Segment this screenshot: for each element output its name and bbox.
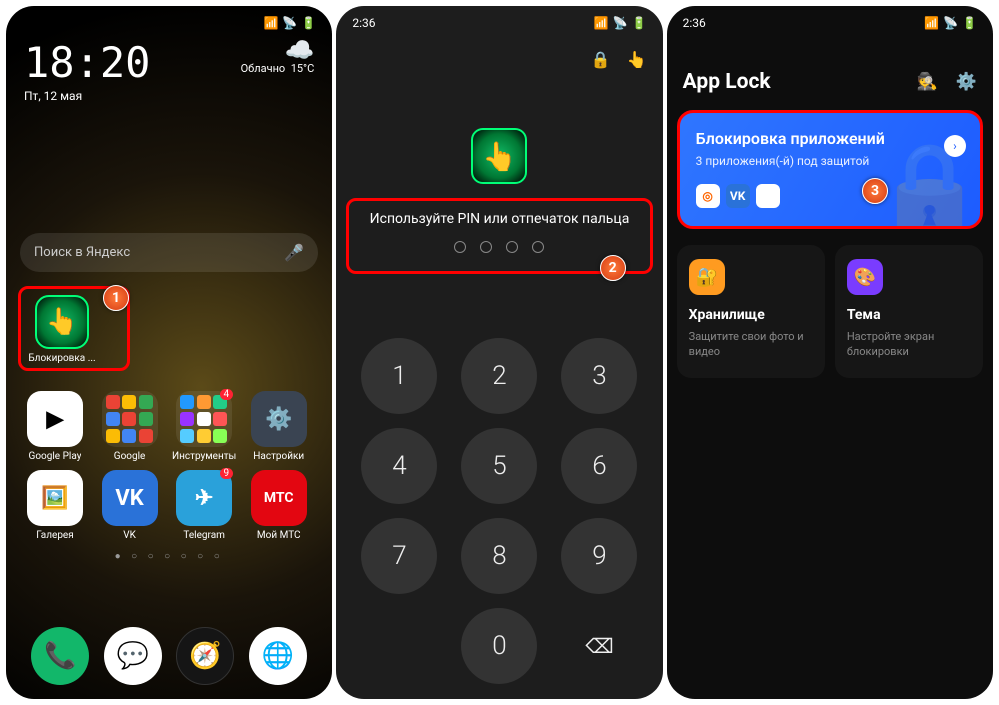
- phone-pin-screen: 2:36 📶📡🔋 🔒 👆 👆 Используйте PIN или отпеч…: [336, 6, 662, 699]
- key-9[interactable]: 9: [561, 518, 637, 594]
- storage-desc: Защитите свои фото и видео: [689, 329, 813, 360]
- app-folder-tools[interactable]: 4Инструменты: [169, 391, 239, 462]
- lock-bg-icon: 🔒: [874, 137, 983, 229]
- theme-desc: Настройте экран блокировки: [847, 329, 971, 360]
- vault-icon: 🔐: [689, 259, 725, 295]
- battery-icon: 🔋: [962, 16, 977, 30]
- search-bar[interactable]: Поиск в Яндекс 🎤: [20, 233, 318, 272]
- lock-card-highlighted[interactable]: Блокировка приложений 3 приложения(-й) п…: [677, 110, 983, 229]
- signal-icon: 📶: [924, 16, 939, 30]
- key-4[interactable]: 4: [361, 428, 437, 504]
- app-mts[interactable]: МТСМой МТС: [244, 470, 314, 541]
- battery-icon: 🔋: [632, 16, 647, 30]
- locked-app-vk-icon: VK: [726, 184, 750, 208]
- fingerprint-icon[interactable]: 👆: [627, 50, 647, 69]
- locked-app-1-icon: ◎: [696, 184, 720, 208]
- fingerprint-icon: 👆: [35, 295, 89, 349]
- app-google-play[interactable]: ▶Google Play: [20, 391, 90, 462]
- app-vk[interactable]: VKVK: [95, 470, 165, 541]
- battery-icon: 🔋: [301, 16, 316, 30]
- step-badge-3: 3: [862, 178, 888, 204]
- dock-messages[interactable]: 💬: [104, 627, 162, 685]
- dock-phone[interactable]: 📞: [31, 627, 89, 685]
- key-6[interactable]: 6: [561, 428, 637, 504]
- storage-card[interactable]: 🔐 Хранилище Защитите свои фото и видео: [677, 245, 825, 378]
- pin-prompt-highlighted: Используйте PIN или отпечаток пальца 2: [346, 198, 652, 274]
- key-backspace[interactable]: ⌫: [561, 608, 637, 684]
- wifi-icon: 📡: [282, 16, 297, 30]
- lock-icon[interactable]: 🔒: [591, 50, 611, 69]
- key-1[interactable]: 1: [361, 338, 437, 414]
- pin-prompt-text: Используйте PIN или отпечаток пальца: [355, 211, 643, 227]
- applock-app-highlighted: 👆 Блокировка ... 1: [18, 286, 130, 371]
- dock-browser[interactable]: 🧭: [176, 627, 234, 685]
- clock-time: 18:20: [24, 38, 150, 87]
- theme-card[interactable]: 🎨 Тема Настройте экран блокировки: [835, 245, 983, 378]
- phone-applock-main: 2:36 📶📡🔋 App Lock 🕵️ ⚙️ Блокировка прило…: [667, 6, 993, 699]
- app-gallery[interactable]: 🖼️Галерея: [20, 470, 90, 541]
- clock-date: Пт, 12 мая: [24, 89, 150, 103]
- step-badge-2: 2: [600, 255, 626, 281]
- home-app-grid: ▶Google Play Google 4Инструменты ⚙️Настр…: [20, 391, 318, 541]
- key-3[interactable]: 3: [561, 338, 637, 414]
- locked-app-play-icon: ▶: [756, 184, 780, 208]
- dock-chrome[interactable]: 🌐: [249, 627, 307, 685]
- cloud-icon: ☁️: [241, 38, 315, 62]
- settings-icon[interactable]: ⚙️: [956, 72, 977, 92]
- step-badge-1: 1: [103, 285, 129, 311]
- dock: 📞 💬 🧭 🌐: [6, 627, 332, 685]
- status-bar: 2:36 📶📡🔋: [336, 6, 662, 30]
- key-5[interactable]: 5: [461, 428, 537, 504]
- key-8[interactable]: 8: [461, 518, 537, 594]
- palette-icon: 🎨: [847, 259, 883, 295]
- phone-home-screen: 📶 📡 🔋 18:20 Пт, 12 мая ☁️ Облачно 15°C П…: [6, 6, 332, 699]
- key-2[interactable]: 2: [461, 338, 537, 414]
- status-bar: 2:36 📶📡🔋: [667, 6, 993, 30]
- app-settings[interactable]: ⚙️Настройки: [244, 391, 314, 462]
- search-placeholder: Поиск в Яндекс: [34, 245, 130, 260]
- key-0[interactable]: 0: [461, 608, 537, 684]
- app-telegram[interactable]: 9✈Telegram: [169, 470, 239, 541]
- key-empty: [361, 608, 437, 684]
- applock-logo: 👆: [471, 128, 527, 184]
- wifi-icon: 📡: [613, 16, 628, 30]
- applock-app[interactable]: 👆 Блокировка ...: [27, 295, 97, 364]
- mic-icon[interactable]: 🎤: [284, 243, 304, 262]
- signal-icon: 📶: [594, 16, 609, 30]
- app-folder-google[interactable]: Google: [95, 391, 165, 462]
- key-7[interactable]: 7: [361, 518, 437, 594]
- theme-title: Тема: [847, 307, 971, 323]
- signal-icon: 📶: [263, 16, 278, 30]
- wifi-icon: 📡: [943, 16, 958, 30]
- status-bar: 📶 📡 🔋: [6, 6, 332, 30]
- weather-widget[interactable]: ☁️ Облачно 15°C: [241, 38, 315, 75]
- incognito-icon[interactable]: 🕵️: [917, 72, 938, 92]
- storage-title: Хранилище: [689, 307, 813, 323]
- pin-dots: [355, 241, 643, 253]
- app-lock-title: App Lock: [683, 70, 771, 94]
- page-indicator: ● ○ ○ ○ ○ ○ ○: [6, 551, 332, 562]
- pin-keypad: 1 2 3 4 5 6 7 8 9 0 ⌫: [336, 338, 662, 684]
